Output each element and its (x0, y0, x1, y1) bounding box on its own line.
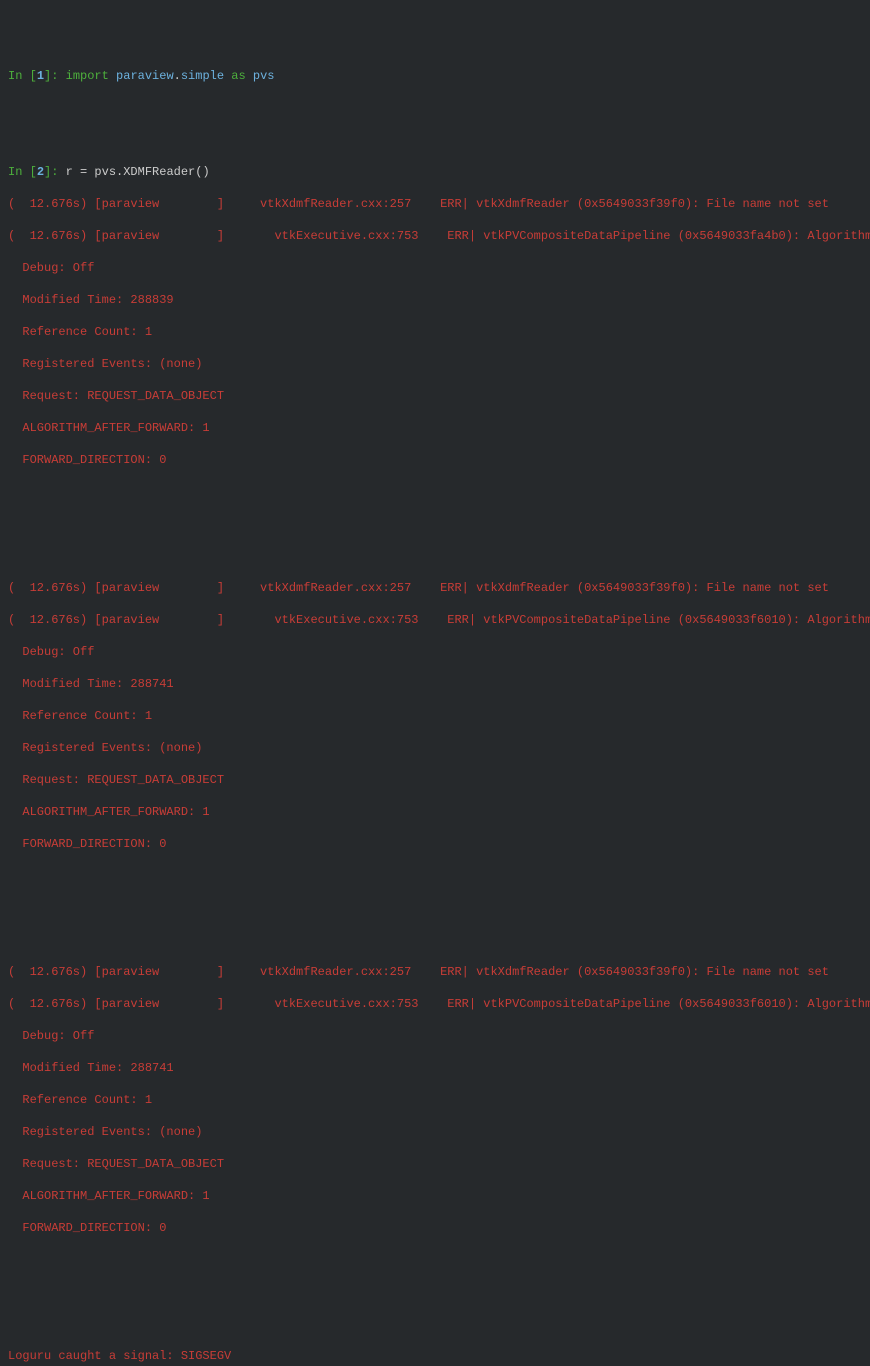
prompt-in: In [ (8, 165, 37, 179)
code-statement: r = pvs.XDMFReader() (66, 165, 210, 179)
error-line: Debug: Off (8, 260, 862, 276)
error-line: Registered Events: (none) (8, 1124, 862, 1140)
error-line: ALGORITHM_AFTER_FORWARD: 1 (8, 1188, 862, 1204)
blank-line (8, 516, 862, 532)
blank-line (8, 1316, 862, 1332)
error-line: Registered Events: (none) (8, 740, 862, 756)
error-line: Modified Time: 288741 (8, 676, 862, 692)
input-cell-2: In [2]: r = pvs.XDMFReader() (8, 164, 862, 180)
blank-line (8, 100, 862, 116)
error-line: ( 12.676s) [paraview ] vtkXdmfReader.cxx… (8, 580, 862, 596)
error-line: ALGORITHM_AFTER_FORWARD: 1 (8, 420, 862, 436)
error-line: ( 12.676s) [paraview ] vtkExecutive.cxx:… (8, 228, 862, 244)
keyword-as: as (231, 69, 245, 83)
error-line: Registered Events: (none) (8, 356, 862, 372)
blank-line (8, 868, 862, 884)
error-line: Reference Count: 1 (8, 324, 862, 340)
prompt-number: 2 (37, 165, 44, 179)
error-line: Modified Time: 288741 (8, 1060, 862, 1076)
error-line: Request: REQUEST_DATA_OBJECT (8, 1156, 862, 1172)
keyword-import: import (66, 69, 109, 83)
error-line: Reference Count: 1 (8, 1092, 862, 1108)
error-line: ( 12.676s) [paraview ] vtkXdmfReader.cxx… (8, 964, 862, 980)
blank-line (8, 484, 862, 500)
error-line: Debug: Off (8, 644, 862, 660)
error-line: FORWARD_DIRECTION: 0 (8, 1220, 862, 1236)
error-line: FORWARD_DIRECTION: 0 (8, 836, 862, 852)
module-simple: simple (181, 69, 224, 83)
prompt-close: ]: (44, 69, 66, 83)
blank-line (8, 900, 862, 916)
dot: . (174, 69, 181, 83)
prompt-in: In [ (8, 69, 37, 83)
module-paraview: paraview (116, 69, 174, 83)
error-line: Modified Time: 288839 (8, 292, 862, 308)
error-line: Reference Count: 1 (8, 708, 862, 724)
alias-pvs: pvs (253, 69, 275, 83)
prompt-close: ]: (44, 165, 66, 179)
error-line: Debug: Off (8, 1028, 862, 1044)
blank-line (8, 1252, 862, 1268)
error-line: Request: REQUEST_DATA_OBJECT (8, 388, 862, 404)
error-line: ( 12.676s) [paraview ] vtkXdmfReader.cxx… (8, 196, 862, 212)
blank-line (8, 548, 862, 564)
error-line: ( 12.676s) [paraview ] vtkExecutive.cxx:… (8, 612, 862, 628)
input-cell-1: In [1]: import paraview.simple as pvs (8, 68, 862, 84)
blank-line (8, 932, 862, 948)
prompt-number: 1 (37, 69, 44, 83)
error-line: ALGORITHM_AFTER_FORWARD: 1 (8, 804, 862, 820)
error-line: ( 12.676s) [paraview ] vtkExecutive.cxx:… (8, 996, 862, 1012)
error-line: FORWARD_DIRECTION: 0 (8, 452, 862, 468)
blank-line (8, 132, 862, 148)
blank-line (8, 1284, 862, 1300)
error-line: Request: REQUEST_DATA_OBJECT (8, 772, 862, 788)
segfault-line: Loguru caught a signal: SIGSEGV (8, 1348, 862, 1364)
